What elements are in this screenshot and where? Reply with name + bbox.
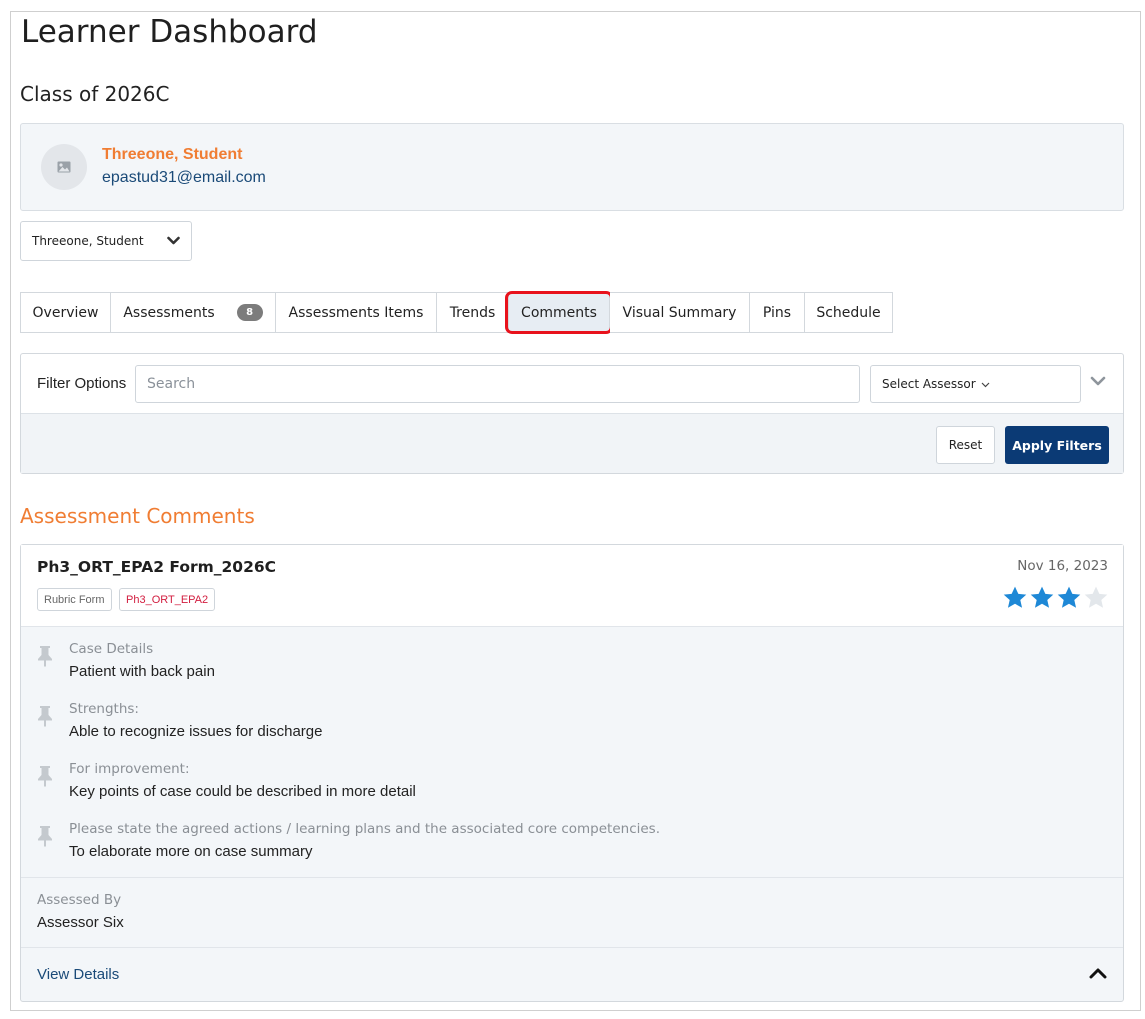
tab-comments[interactable]: Comments — [505, 291, 613, 334]
tab-assessments[interactable]: Assessments 8 — [111, 292, 276, 333]
pin-icon[interactable] — [37, 705, 53, 727]
tab-bar: Overview Assessments 8 Assessments Items … — [20, 291, 893, 334]
image-icon — [57, 161, 71, 173]
tab-overview[interactable]: Overview — [21, 292, 111, 333]
assessments-count-badge: 8 — [236, 304, 263, 321]
tab-pins[interactable]: Pins — [750, 292, 805, 333]
reset-button[interactable]: Reset — [936, 426, 995, 464]
card-footer: View Details — [21, 947, 1123, 1001]
section-title: Assessment Comments — [20, 504, 255, 528]
view-details-link[interactable]: View Details — [37, 966, 119, 983]
filter-panel: Filter Options Select Assessor Reset App… — [20, 353, 1124, 474]
dashboard-frame: Learner Dashboard Class of 2026C Threeon… — [10, 11, 1141, 1011]
tab-label: Pins — [762, 304, 792, 321]
pin-icon[interactable] — [37, 825, 53, 847]
page-title: Learner Dashboard — [21, 14, 318, 50]
student-name[interactable]: Threeone, Student — [102, 146, 242, 164]
tab-schedule[interactable]: Schedule — [805, 292, 893, 333]
comment-label: For improvement: — [69, 761, 190, 777]
assessor-select-value: Select Assessor — [882, 377, 976, 391]
chevron-down-icon — [167, 236, 180, 245]
student-email: epastud31@email.com — [102, 169, 266, 186]
tab-label: Schedule — [816, 304, 881, 321]
tab-assessments-items[interactable]: Assessments Items — [276, 292, 437, 333]
tab-visual-summary[interactable]: Visual Summary — [610, 292, 750, 333]
student-card: Threeone, Student epastud31@email.com — [20, 123, 1124, 211]
filter-actions: Reset Apply Filters — [21, 413, 1123, 473]
comment-card-header: Ph3_ORT_EPA2 Form_2026C Rubric Form Ph3_… — [21, 545, 1123, 627]
star-filled-icon — [1030, 586, 1054, 608]
comment-text: To elaborate more on case summary — [69, 843, 313, 860]
comment-text: Key points of case could be described in… — [69, 783, 416, 800]
search-input[interactable] — [135, 365, 860, 403]
pin-icon[interactable] — [37, 645, 53, 667]
comment-label: Strengths: — [69, 701, 139, 717]
assessor-select[interactable]: Select Assessor — [870, 365, 1081, 403]
star-filled-icon — [1003, 586, 1027, 608]
form-title: Ph3_ORT_EPA2 Form_2026C — [37, 558, 277, 576]
comment-card: Ph3_ORT_EPA2 Form_2026C Rubric Form Ph3_… — [20, 544, 1124, 1002]
comment-text: Patient with back pain — [69, 663, 215, 680]
tab-label: Overview — [32, 304, 99, 321]
chevron-up-icon[interactable] — [1089, 966, 1107, 980]
star-filled-icon — [1057, 586, 1081, 608]
tab-label: Trends — [449, 304, 496, 321]
tab-label: Comments — [521, 304, 597, 321]
rating-stars — [1002, 585, 1109, 610]
star-empty-icon — [1084, 586, 1108, 608]
filter-options-label: Filter Options — [37, 375, 127, 392]
form-code-tag: Ph3_ORT_EPA2 — [119, 588, 216, 611]
class-title: Class of 2026C — [20, 82, 170, 106]
form-date: Nov 16, 2023 — [1017, 558, 1108, 574]
student-select-value: Threeone, Student — [32, 234, 144, 248]
student-select[interactable]: Threeone, Student — [20, 221, 192, 261]
assessed-by-label: Assessed By — [37, 892, 122, 908]
chevron-down-icon — [981, 382, 990, 387]
comment-label: Please state the agreed actions / learni… — [69, 821, 661, 837]
tab-trends[interactable]: Trends — [437, 292, 509, 333]
pin-icon[interactable] — [37, 765, 53, 787]
comment-label: Case Details — [69, 641, 154, 657]
avatar — [41, 144, 87, 190]
assessor-name: Assessor Six — [37, 914, 124, 931]
tab-label: Visual Summary — [622, 304, 737, 321]
tab-label: Assessments Items — [288, 304, 424, 321]
expand-filters-icon[interactable] — [1090, 375, 1106, 387]
tab-label: Assessments — [123, 304, 215, 321]
form-type-tag: Rubric Form — [37, 588, 112, 611]
assessed-by-section: Assessed By Assessor Six — [21, 877, 1123, 947]
apply-filters-button[interactable]: Apply Filters — [1005, 426, 1109, 464]
comment-text: Able to recognize issues for discharge — [69, 723, 323, 740]
